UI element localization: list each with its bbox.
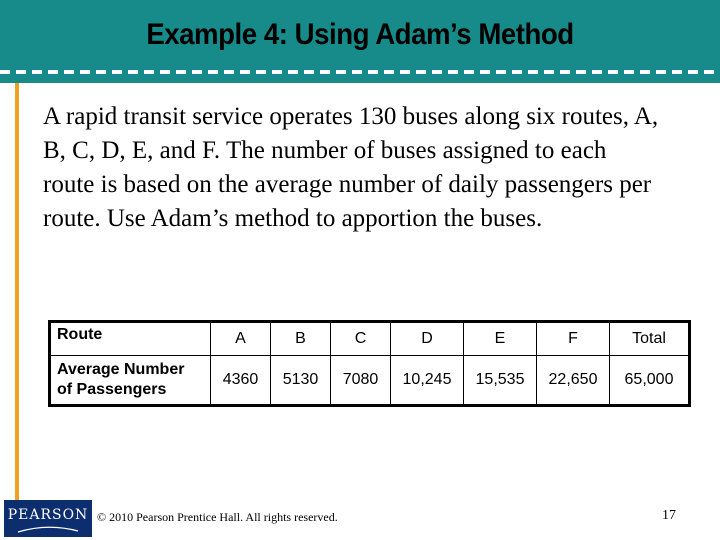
table-row: Route A B C D E F Total	[49, 321, 690, 356]
problem-statement: A rapid transit service operates 130 bus…	[43, 103, 659, 232]
table-cell: A	[210, 321, 271, 356]
table-cell: C	[330, 321, 391, 356]
logo-text: PEARSON	[7, 507, 89, 523]
logo-swoosh-icon	[17, 526, 79, 533]
table-cell: 7080	[330, 355, 391, 406]
table-row: Average Number of Passengers 4360 5130 70…	[49, 355, 690, 406]
slide-title: Example 4: Using Adam’s Method	[146, 18, 574, 51]
page-number: 17	[662, 508, 676, 523]
table-cell: B	[270, 321, 331, 356]
table-cell: 15,535	[463, 355, 537, 406]
accent-vertical-rule	[15, 83, 19, 500]
copyright-notice: © 2010 Pearson Prentice Hall. All rights…	[97, 510, 338, 524]
table-cell: Total	[609, 321, 690, 356]
table-cell: 65,000	[609, 355, 690, 406]
table-cell: 22,650	[536, 355, 610, 406]
pearson-logo: PEARSON	[4, 500, 92, 537]
row-label-passengers: Average Number of Passengers	[49, 355, 211, 406]
table-cell: 10,245	[390, 355, 464, 406]
dashed-divider	[0, 70, 720, 74]
table-cell: F	[536, 321, 610, 356]
row-label-line: of Passengers	[57, 381, 167, 398]
row-label-line: Average Number	[57, 361, 185, 378]
table-cell: E	[463, 321, 537, 356]
row-label-route: Route	[49, 321, 211, 356]
table-cell: 5130	[270, 355, 331, 406]
passenger-table: Route A B C D E F Total Average Number of…	[48, 320, 691, 407]
table-cell: D	[390, 321, 464, 356]
table-cell: 4360	[210, 355, 271, 406]
